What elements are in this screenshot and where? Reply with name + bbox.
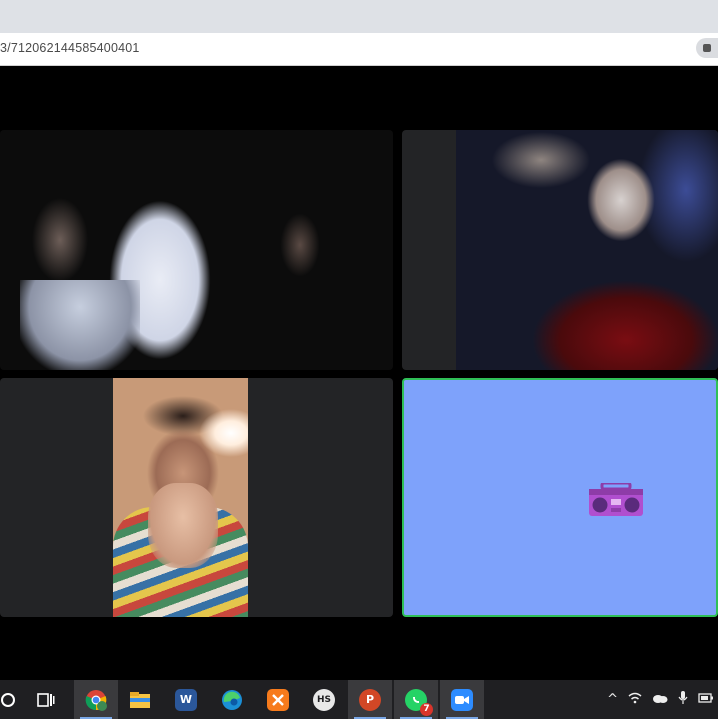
zoom-icon[interactable] [440,680,484,719]
participant-video-striped-shirt [113,378,248,617]
browser-tab-strip [0,0,718,33]
task-view-icon[interactable] [24,680,68,719]
hand-shape [148,483,218,568]
windows-taskbar: W HS P 7 ^ [0,680,718,719]
chrome-icon[interactable] [74,680,118,719]
onedrive-cloud-icon[interactable] [652,692,668,707]
video-tile-1[interactable] [0,130,393,370]
participant-video-skull-makeup [456,130,718,370]
show-hidden-icons-chevron-icon[interactable]: ^ [607,692,618,707]
video-tile-4-active-speaker[interactable] [402,378,718,617]
address-bar[interactable]: 3/7120621445854004​01 [0,33,718,66]
file-explorer-icon[interactable] [118,680,162,719]
whatsapp-badge: 7 [420,702,433,716]
extensions-button[interactable] [696,38,718,58]
battery-icon[interactable] [698,692,714,708]
microphone-icon[interactable] [678,690,688,709]
participant-video-ghost [0,130,393,370]
xampp-icon[interactable] [256,680,300,719]
hs-app-icon[interactable]: HS [302,680,346,719]
word-icon[interactable]: W [164,680,208,719]
powerpoint-icon[interactable]: P [348,680,392,719]
url-text[interactable]: 3/7120621445854004​01 [0,41,140,55]
edge-icon[interactable] [210,680,254,719]
ghost-costume-shape [20,280,140,370]
boombox-icon [589,483,643,516]
video-tile-2[interactable] [402,130,718,370]
whatsapp-icon[interactable]: 7 [394,680,438,719]
system-tray: ^ [607,680,718,719]
wifi-icon[interactable] [628,692,642,708]
video-tile-3[interactable] [0,378,393,617]
